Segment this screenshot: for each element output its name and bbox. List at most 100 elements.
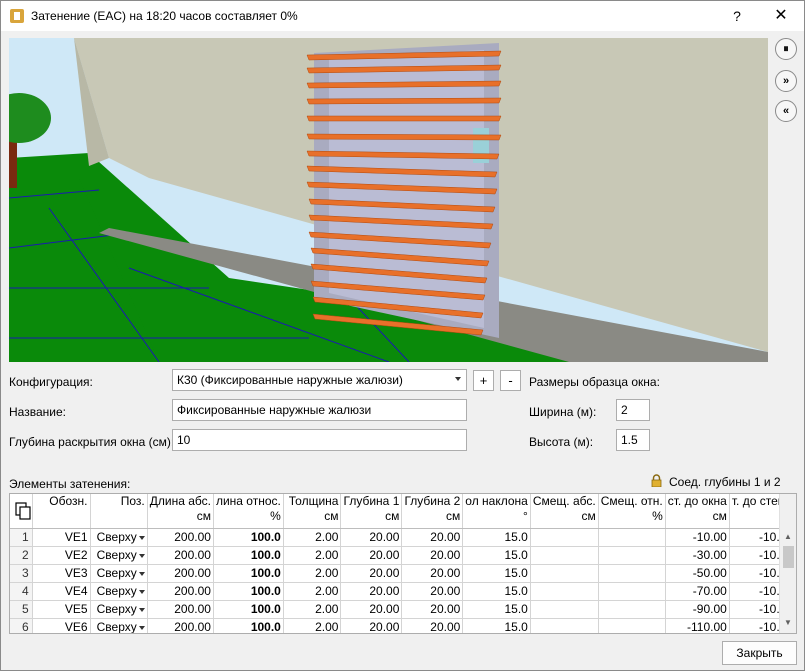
table-cell[interactable]: 2.00 [283,564,342,583]
position-cell[interactable]: Сверху [90,546,148,565]
table-cell[interactable]: 20.00 [401,582,464,601]
table-cell[interactable]: 2.00 [283,600,342,619]
position-cell[interactable]: Сверху [90,618,148,633]
table-cell[interactable] [530,618,599,633]
table-cell[interactable]: 2.00 [283,582,342,601]
table-cell[interactable]: 100.0 [213,618,284,633]
table-cell[interactable]: 15.0 [462,564,531,583]
table-row[interactable]: 6 VE6 Сверху 200.00 100.0 2.00 20.00 20.00 15.0-… [10,618,796,633]
table-cell[interactable]: VE3 [32,564,91,583]
table-cell[interactable] [530,564,599,583]
table-cell[interactable]: 20.00 [340,564,403,583]
table-cell[interactable]: 15.0 [462,618,531,633]
table-cell[interactable]: 200.00 [147,600,214,619]
table-cell[interactable]: 20.00 [401,528,464,547]
table-cell[interactable]: 15.0 [462,546,531,565]
column-header-1[interactable]: Обозн. [32,494,91,529]
table-cell[interactable]: 2.00 [283,528,342,547]
table-cell[interactable]: 20.00 [340,546,403,565]
table-cell[interactable]: -10.00 [665,528,730,547]
table-cell[interactable]: 200.00 [147,582,214,601]
table-row[interactable]: 3 VE3 Сверху 200.00 100.0 2.00 20.00 20.00 15.0-… [10,564,796,583]
table-cell[interactable]: 200.00 [147,528,214,547]
column-header-11[interactable]: ст. до окна см [665,494,730,529]
table-cell[interactable]: 20.00 [340,618,403,633]
table-cell[interactable]: 200.00 [147,564,214,583]
rewind-button[interactable]: « [775,100,797,122]
table-cell[interactable]: -70.00 [665,582,730,601]
table-cell[interactable]: VE2 [32,546,91,565]
column-header-7[interactable]: Глубина 2 см [401,494,464,529]
table-cell[interactable] [530,546,599,565]
table-cell[interactable]: 20.00 [401,546,464,565]
position-cell[interactable]: Сверху [90,582,148,601]
table-cell[interactable] [530,582,599,601]
column-header-10[interactable]: Смещ. отн.% [598,494,666,529]
column-header-9[interactable]: Смещ. абс. см [530,494,599,529]
scroll-up-icon[interactable]: ▲ [784,532,792,541]
table-cell[interactable] [598,582,666,601]
table-cell[interactable] [598,528,666,547]
table-row[interactable]: 2 VE2 Сверху 200.00 100.0 2.00 20.00 20.00 15.0-… [10,546,796,565]
table-cell[interactable]: 200.00 [147,618,214,633]
table-row[interactable]: 4 VE4 Сверху 200.00 100.0 2.00 20.00 20.00 15.0-… [10,582,796,601]
column-header-2[interactable]: Поз. [90,494,148,529]
column-header-5[interactable]: Толщина см [283,494,342,529]
table-cell[interactable]: VE6 [32,618,91,633]
table-cell[interactable]: VE4 [32,582,91,601]
width-input[interactable]: 2 [616,399,650,421]
table-cell[interactable]: -30.00 [665,546,730,565]
table-cell[interactable]: VE5 [32,600,91,619]
table-cell[interactable]: 2.00 [283,546,342,565]
table-cell[interactable]: 100.0 [213,582,284,601]
table-row[interactable]: 5 VE5 Сверху 200.00 100.0 2.00 20.00 20.00 15.0-… [10,600,796,619]
table-cell[interactable]: -110.00 [665,618,730,633]
table-cell[interactable]: 15.0 [462,582,531,601]
shading-3d-preview[interactable] [9,38,768,362]
table-cell[interactable] [598,546,666,565]
table-cell[interactable]: 20.00 [340,582,403,601]
table-cell[interactable]: 100.0 [213,600,284,619]
column-header-8[interactable]: ол наклона ° [462,494,531,529]
lock-icon[interactable] [651,474,662,487]
table-cell[interactable] [598,600,666,619]
help-button[interactable]: ? [717,1,757,31]
table-cell[interactable]: 15.0 [462,528,531,547]
table-row[interactable]: 1 VE1 Сверху 200.00 100.0 2.00 20.00 20.00 15.0-… [10,528,796,547]
table-cell[interactable]: VE1 [32,528,91,547]
table-cell[interactable]: 20.00 [340,528,403,547]
table-cell[interactable]: 20.00 [401,600,464,619]
position-cell[interactable]: Сверху [90,600,148,619]
scroll-thumb[interactable] [783,546,794,568]
table-cell[interactable]: 20.00 [401,618,464,633]
table-cell[interactable] [598,564,666,583]
table-cell[interactable] [530,600,599,619]
table-cell[interactable]: 20.00 [401,564,464,583]
pause-button[interactable]: ⏸ [775,38,797,60]
table-cell[interactable]: 100.0 [213,546,284,565]
forward-button[interactable]: » [775,70,797,92]
column-header-4[interactable]: лина относ.% [213,494,284,529]
table-cell[interactable] [530,528,599,547]
table-cell[interactable]: -90.00 [665,600,730,619]
close-button[interactable]: Закрыть [722,641,797,665]
table-cell[interactable]: 200.00 [147,546,214,565]
column-header-6[interactable]: Глубина 1 см [340,494,403,529]
table-cell[interactable]: 2.00 [283,618,342,633]
position-cell[interactable]: Сверху [90,528,148,547]
table-cell[interactable]: 100.0 [213,528,284,547]
chevron-down-icon[interactable] [138,625,145,630]
name-input[interactable]: Фиксированные наружные жалюзи [172,399,467,421]
table-cell[interactable] [598,618,666,633]
table-cell[interactable]: -50.00 [665,564,730,583]
height-input[interactable]: 1.5 [616,429,650,451]
table-cell[interactable]: 100.0 [213,564,284,583]
close-window-button[interactable]: ✕ [761,1,801,31]
remove-config-button[interactable]: - [500,370,521,391]
grid-scrollbar[interactable]: ▲ ▼ [779,494,796,633]
chevron-down-icon[interactable] [138,553,145,558]
link-depths-label[interactable]: Соед. глубины 1 и 2 [669,475,781,489]
add-config-button[interactable]: + [473,370,494,391]
chevron-down-icon[interactable] [138,589,145,594]
chevron-down-icon[interactable] [138,571,145,576]
